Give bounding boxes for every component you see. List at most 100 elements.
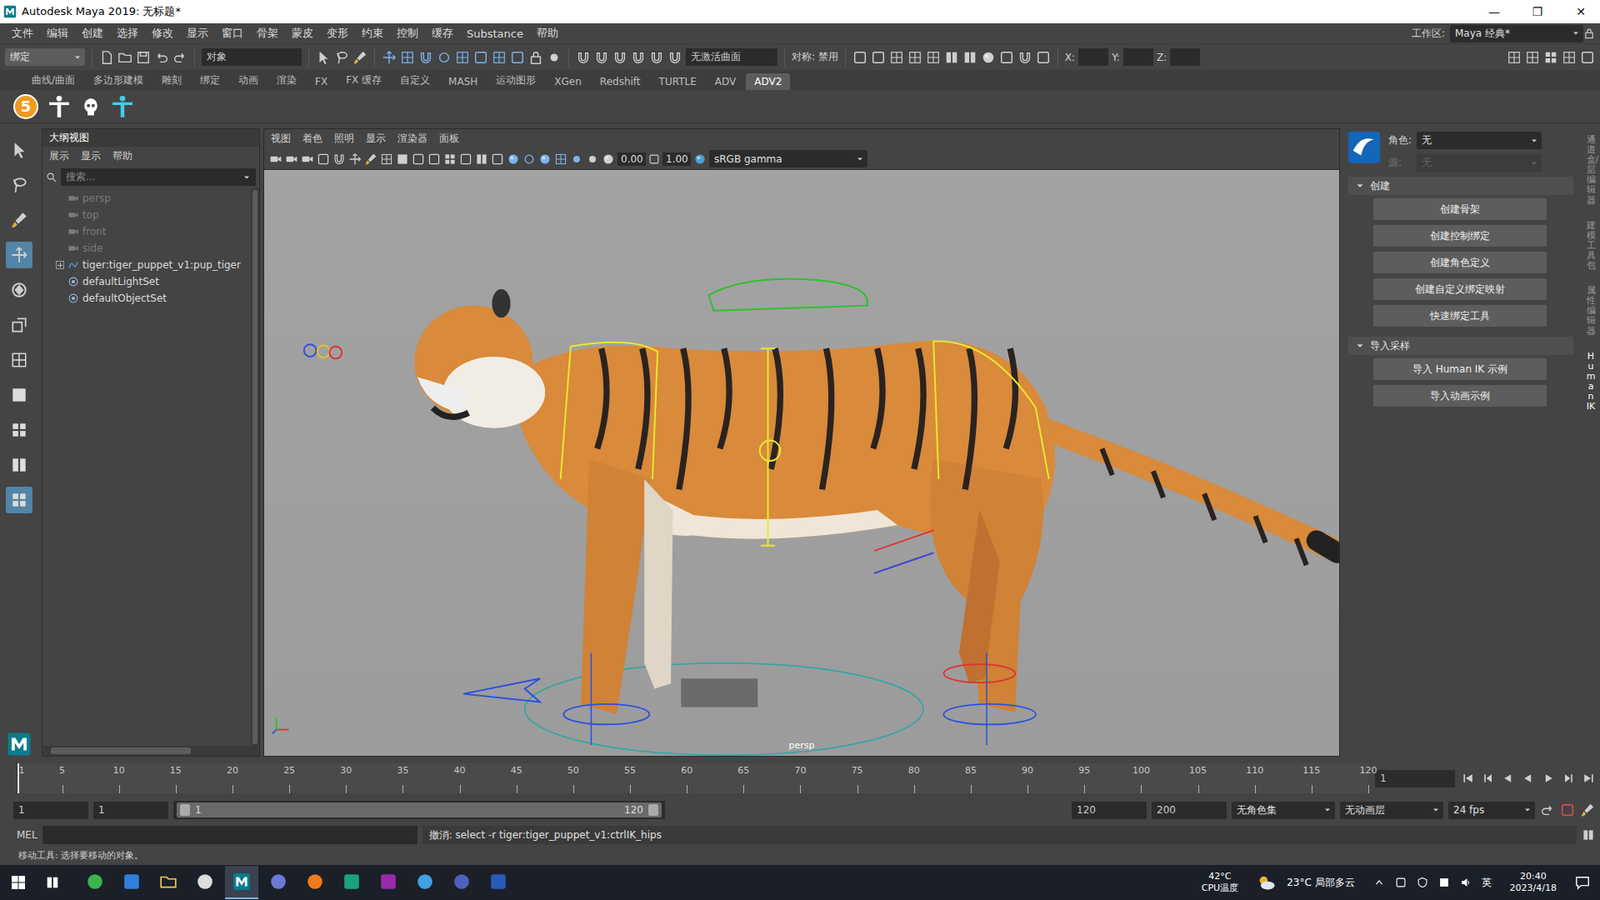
skeleton-figure-icon[interactable] bbox=[46, 94, 72, 120]
layout4-icon[interactable] bbox=[1543, 50, 1559, 65]
tool-button[interactable] bbox=[5, 311, 33, 339]
hik-button[interactable]: 导入动画示例 bbox=[1373, 385, 1547, 407]
viewport-menu-item[interactable]: 渲染器 bbox=[397, 131, 428, 146]
viewport-menu-item[interactable]: 着色 bbox=[302, 131, 323, 146]
grid-icon[interactable] bbox=[455, 50, 470, 65]
outliner-item[interactable]: tiger:tiger_puppet_v1:pup_tiger bbox=[42, 256, 251, 274]
menu-item[interactable]: 显示 bbox=[180, 25, 215, 41]
grid-icon[interactable] bbox=[491, 50, 507, 65]
last-button-icon[interactable] bbox=[1581, 771, 1595, 785]
menu-item[interactable]: 修改 bbox=[145, 25, 180, 41]
arrow-tool-icon[interactable] bbox=[10, 140, 29, 160]
grid-icon[interactable] bbox=[554, 152, 568, 166]
shelf-tab[interactable]: 自定义 bbox=[391, 70, 439, 90]
playback-end-field[interactable]: 120 bbox=[1071, 801, 1147, 820]
window-control-button[interactable]: ❐ bbox=[1518, 0, 1557, 24]
loop-icon[interactable] bbox=[1540, 802, 1555, 818]
redo-icon[interactable] bbox=[172, 50, 188, 65]
square-icon[interactable] bbox=[999, 50, 1015, 65]
shelf-tab[interactable]: 运动图形 bbox=[487, 70, 545, 90]
mode-select[interactable]: 绑定 bbox=[5, 48, 85, 66]
brush-tool-icon[interactable] bbox=[10, 210, 29, 230]
window-control-button[interactable]: — bbox=[1475, 0, 1514, 24]
gamma-icon[interactable] bbox=[648, 153, 660, 165]
tool-button[interactable] bbox=[5, 276, 33, 304]
taskbar-app[interactable] bbox=[445, 865, 479, 900]
shelf-tab[interactable]: FX bbox=[306, 73, 336, 90]
square-icon[interactable] bbox=[490, 152, 505, 166]
battery-icon[interactable] bbox=[1438, 876, 1450, 889]
circle-icon[interactable] bbox=[436, 50, 452, 65]
layout2-icon[interactable] bbox=[944, 50, 960, 65]
menu-item[interactable]: 创建 bbox=[75, 25, 110, 41]
viewport-canvas[interactable]: persp bbox=[264, 170, 1340, 756]
magnet-icon[interactable] bbox=[1017, 50, 1033, 65]
viewport-scene[interactable] bbox=[264, 170, 1340, 756]
magnet-icon[interactable] bbox=[332, 152, 346, 166]
hik-button[interactable]: 创建自定义绑定映射 bbox=[1373, 278, 1547, 300]
camera-icon[interactable] bbox=[300, 152, 315, 166]
ime-indicator[interactable]: 英 bbox=[1481, 875, 1492, 890]
taskbar-app[interactable] bbox=[225, 865, 259, 900]
side-tab[interactable]: 通道盒/层编辑器 bbox=[1586, 135, 1596, 206]
outliner-hscrollbar[interactable] bbox=[42, 745, 260, 756]
expand-toggle[interactable] bbox=[55, 260, 65, 270]
menu-item[interactable]: 窗口 bbox=[215, 25, 250, 41]
tray-expand-icon[interactable] bbox=[1373, 876, 1385, 889]
task-view-icon[interactable] bbox=[45, 875, 60, 890]
layout4-icon[interactable] bbox=[443, 152, 457, 166]
coord-field[interactable] bbox=[1123, 48, 1154, 66]
brush-icon[interactable] bbox=[364, 152, 378, 166]
layout-icon[interactable] bbox=[10, 385, 29, 405]
end-field[interactable]: 200 bbox=[1151, 801, 1227, 820]
dot-icon[interactable] bbox=[546, 50, 562, 65]
taskbar-app[interactable] bbox=[371, 865, 405, 900]
grid-icon[interactable] bbox=[925, 50, 941, 65]
security-icon[interactable] bbox=[1416, 876, 1429, 889]
folder-icon[interactable] bbox=[117, 50, 133, 65]
layout-button[interactable] bbox=[5, 451, 33, 479]
rig-figure-icon[interactable] bbox=[110, 94, 135, 120]
workspace-select[interactable]: Maya 经典* bbox=[1450, 25, 1584, 43]
grid-icon[interactable] bbox=[380, 152, 394, 166]
hik-button[interactable]: 导入 Human IK 示例 bbox=[1373, 358, 1547, 380]
layout-button[interactable] bbox=[5, 346, 33, 374]
volume-icon[interactable] bbox=[1460, 876, 1472, 889]
tool-button[interactable] bbox=[5, 206, 33, 234]
layout-icon[interactable] bbox=[10, 350, 29, 370]
square-icon[interactable] bbox=[316, 152, 330, 166]
hik-button[interactable]: 创建控制绑定 bbox=[1373, 225, 1547, 247]
face-icon[interactable] bbox=[80, 95, 102, 118]
network-icon[interactable] bbox=[1395, 876, 1407, 889]
taskbar-app[interactable] bbox=[481, 865, 515, 900]
sphere-icon[interactable] bbox=[601, 152, 615, 166]
menu-item[interactable]: 选择 bbox=[110, 25, 145, 41]
outliner-menu-item[interactable]: 展示 bbox=[49, 149, 70, 164]
live-surface-field[interactable]: 无激活曲面 bbox=[685, 48, 778, 66]
grid-icon[interactable] bbox=[907, 50, 923, 65]
sphere-icon[interactable] bbox=[538, 152, 552, 166]
anim-layer-select[interactable]: 无动画层 bbox=[1340, 801, 1444, 820]
play-button-icon[interactable] bbox=[1541, 771, 1555, 785]
coord-field[interactable] bbox=[1078, 48, 1109, 66]
hik-button[interactable]: 创建骨架 bbox=[1373, 198, 1547, 220]
current-frame-field[interactable]: 1 bbox=[1375, 770, 1455, 788]
first-button-icon[interactable] bbox=[1461, 771, 1475, 785]
script-editor-icon[interactable] bbox=[1581, 828, 1595, 842]
viewport-menu-item[interactable]: 照明 bbox=[334, 131, 355, 146]
grid-icon[interactable] bbox=[1506, 50, 1522, 65]
square-icon[interactable] bbox=[852, 50, 868, 65]
shelf-tab[interactable]: 渲染 bbox=[268, 70, 305, 90]
anim-prefs-icon[interactable] bbox=[1580, 802, 1595, 818]
taskbar-app[interactable] bbox=[151, 865, 185, 900]
square-icon[interactable] bbox=[427, 152, 441, 166]
arrow-icon[interactable] bbox=[315, 50, 331, 65]
symmetry-label[interactable]: 对称: 禁用 bbox=[791, 50, 839, 65]
command-input[interactable] bbox=[42, 825, 418, 845]
auto-key-icon[interactable] bbox=[1560, 802, 1575, 818]
side-tab[interactable]: Human IK bbox=[1586, 351, 1596, 413]
shelf-tab[interactable]: FX 缓存 bbox=[337, 70, 390, 90]
layout-button[interactable] bbox=[5, 416, 33, 444]
snap-icon[interactable] bbox=[575, 50, 591, 65]
move-tool-icon[interactable] bbox=[10, 245, 29, 265]
